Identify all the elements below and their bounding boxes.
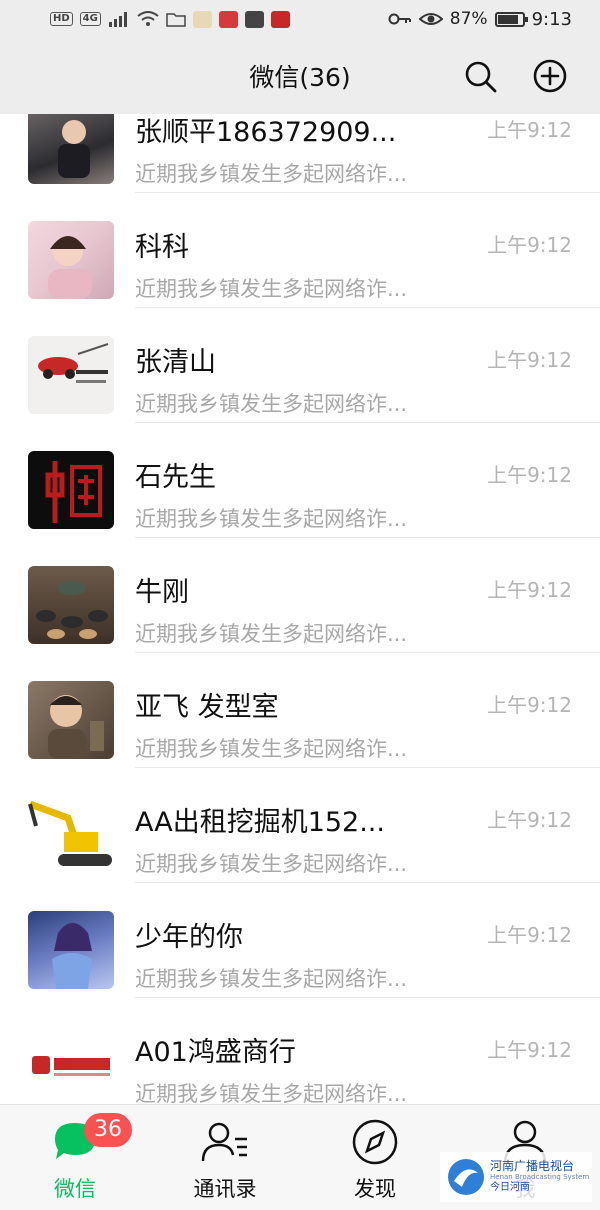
chat-list-item[interactable]: A01鸿盛商行 近期我乡镇发生多起网络诈... 上午9:12 [0, 998, 600, 1104]
chat-time: 上午9:12 [487, 233, 572, 257]
page-title: 微信(36) [249, 63, 351, 92]
eye-icon [418, 13, 443, 25]
avatar[interactable] [28, 114, 114, 184]
chat-preview: 近期我乡镇发生多起网络诈... [135, 162, 408, 186]
avatar[interactable] [28, 336, 114, 414]
chat-time: 上午9:12 [487, 693, 572, 717]
chat-list[interactable]: 张顺平186372909... 近期我乡镇发生多起网络诈... 上午9:12 科… [0, 114, 600, 1104]
chat-list-item[interactable]: 张顺平186372909... 近期我乡镇发生多起网络诈... 上午9:12 [0, 114, 600, 193]
folder-icon [166, 13, 186, 27]
chat-name: 张顺平186372909... [135, 117, 397, 148]
tab-chats[interactable]: 36 微信 [0, 1105, 150, 1210]
chat-time: 上午9:12 [487, 578, 572, 602]
chat-preview: 近期我乡镇发生多起网络诈... [135, 967, 408, 991]
chat-preview: 近期我乡镇发生多起网络诈... [135, 277, 408, 301]
avatar[interactable] [28, 681, 114, 759]
broadcaster-logo-icon [448, 1159, 484, 1195]
chat-preview: 近期我乡镇发生多起网络诈... [135, 507, 408, 531]
compass-icon [352, 1119, 398, 1165]
chat-time: 上午9:12 [487, 808, 572, 832]
chat-preview: 近期我乡镇发生多起网络诈... [135, 392, 408, 416]
chat-list-item[interactable]: 张清山 近期我乡镇发生多起网络诈... 上午9:12 [0, 308, 600, 423]
avatar[interactable] [28, 566, 114, 644]
app-icon [218, 10, 238, 28]
search-icon[interactable] [462, 58, 498, 94]
battery-icon [494, 11, 528, 27]
battery-percent: 87% [449, 9, 488, 29]
tab-label: 发现 [354, 1177, 396, 1201]
chat-name: 科科 [135, 232, 189, 263]
chat-preview: 近期我乡镇发生多起网络诈... [135, 737, 408, 761]
top-header: 微信(36) [0, 38, 600, 114]
chat-time: 上午9:12 [487, 348, 572, 372]
chat-preview: 近期我乡镇发生多起网络诈... [135, 622, 408, 646]
chat-time: 上午9:12 [487, 118, 572, 142]
chat-name: 亚飞 发型室 [135, 692, 279, 723]
chat-name: 少年的你 [135, 922, 243, 953]
clock: 9:13 [531, 8, 572, 30]
status-bar: HD 4G 87% 9:13 [0, 0, 600, 38]
status-left: HD 4G [50, 10, 290, 28]
signal-icon [108, 12, 127, 27]
chat-name: 石先生 [135, 462, 216, 493]
wifi-icon [137, 11, 159, 26]
avatar[interactable] [28, 451, 114, 529]
add-circle-icon[interactable] [532, 58, 568, 94]
status-right: 87% 9:13 [388, 9, 572, 30]
unread-badge: 36 [84, 1113, 132, 1147]
broadcaster-logo-text: 河南广播电视台 Henan Broadcasting System 今日河南 [490, 1159, 590, 1193]
chat-list-item[interactable]: 石先生 近期我乡镇发生多起网络诈... 上午9:12 [0, 423, 600, 538]
app-icon [192, 10, 212, 28]
avatar[interactable] [28, 1026, 114, 1104]
chat-time: 上午9:12 [487, 1038, 572, 1062]
chat-list-item[interactable]: 亚飞 发型室 近期我乡镇发生多起网络诈... 上午9:12 [0, 653, 600, 768]
chat-preview: 近期我乡镇发生多起网络诈... [135, 1082, 408, 1104]
chat-name: 张清山 [135, 347, 216, 378]
chat-time: 上午9:12 [487, 923, 572, 947]
contacts-icon [201, 1122, 247, 1162]
broadcaster-watermark-logo: 河南广播电视台 Henan Broadcasting System 今日河南 [440, 1152, 592, 1202]
app-icon [270, 10, 290, 28]
chat-list-item[interactable]: AA出租挖掘机152... 近期我乡镇发生多起网络诈... 上午9:12 [0, 768, 600, 883]
chat-name: A01鸿盛商行 [135, 1037, 296, 1068]
chat-list-item[interactable]: 科科 近期我乡镇发生多起网络诈... 上午9:12 [0, 193, 600, 308]
chat-list-item[interactable]: 少年的你 近期我乡镇发生多起网络诈... 上午9:12 [0, 883, 600, 998]
chat-name: AA出租挖掘机152... [135, 807, 385, 838]
app-icon [244, 10, 264, 28]
chat-list-item[interactable]: 牛刚 近期我乡镇发生多起网络诈... 上午9:12 [0, 538, 600, 653]
tab-label: 通讯录 [193, 1177, 257, 1201]
key-icon [388, 13, 411, 25]
chat-name: 牛刚 [135, 577, 189, 608]
avatar[interactable] [28, 796, 114, 874]
chat-time: 上午9:12 [487, 463, 572, 487]
tab-discover[interactable]: 发现 [300, 1105, 450, 1210]
network-indicator: 4G [79, 12, 101, 26]
avatar[interactable] [28, 911, 114, 989]
tab-contacts[interactable]: 通讯录 [150, 1105, 300, 1210]
hd-indicator: HD [50, 12, 73, 26]
tab-label: 微信 [54, 1177, 96, 1201]
chat-preview: 近期我乡镇发生多起网络诈... [135, 852, 408, 876]
avatar[interactable] [28, 221, 114, 299]
